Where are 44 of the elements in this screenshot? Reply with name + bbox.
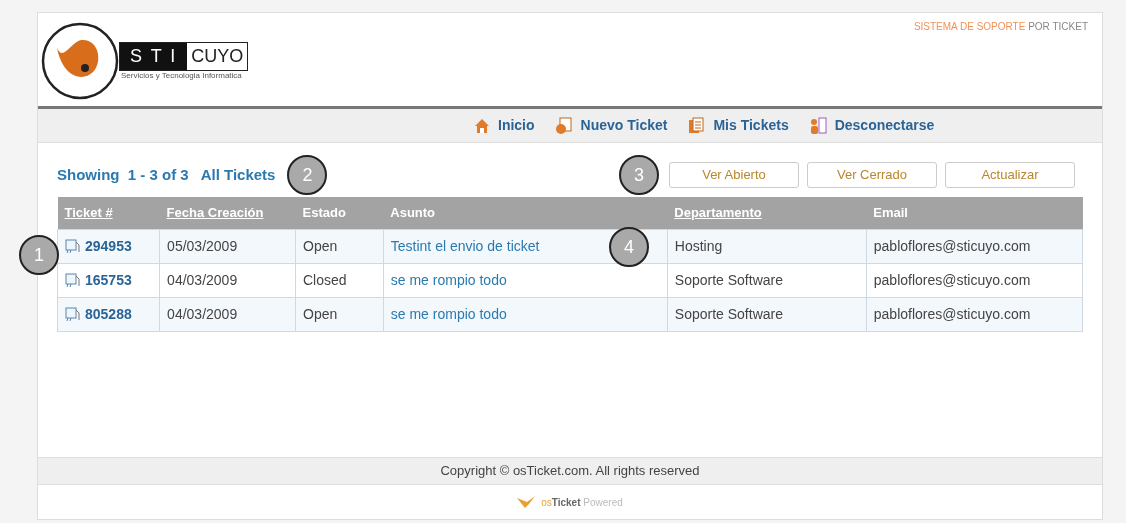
subject-link[interactable]: Testint el envio de ticket — [390, 237, 540, 254]
filter-button[interactable]: Ver Abierto — [669, 162, 799, 188]
nav-link[interactable]: Inicio — [474, 115, 535, 136]
department-cell: Soporte Software — [667, 263, 867, 297]
ticket-icon — [64, 238, 80, 254]
filter-button[interactable]: Ver Cerrado — [807, 162, 937, 188]
status-cell: Open — [295, 297, 384, 331]
email-cell: pabloflores@sticuyo.com — [866, 297, 1083, 331]
powered-by-text: osTicket Powered — [541, 495, 623, 510]
column-header: Asunto — [383, 197, 668, 229]
email-cell: pabloflores@sticuyo.com — [866, 229, 1083, 263]
callout-marker: 1 — [19, 235, 59, 275]
nav-link[interactable]: Nuevo Ticket — [554, 115, 668, 136]
email-cell: pabloflores@sticuyo.com — [866, 263, 1083, 297]
department-cell: Hosting — [667, 229, 867, 263]
nav-link[interactable]: Desconectarse — [808, 115, 935, 136]
callout-marker: 2 — [287, 155, 328, 195]
logo-tagline: Servicios y Tecnologia Informatica — [121, 71, 243, 80]
status-cell: Open — [295, 229, 384, 263]
column-header[interactable]: Ticket # — [57, 197, 160, 229]
documents-icon — [687, 116, 706, 135]
date-cell: 04/03/2009 — [159, 263, 296, 297]
column-header[interactable]: Fecha Creación — [159, 197, 296, 229]
ticket-icon — [64, 272, 80, 288]
logo-emblem-icon — [41, 22, 119, 100]
results-summary: Showing 1 - 3 of 3 All Tickets — [57, 164, 276, 185]
status-cell: Closed — [295, 263, 384, 297]
logo-letters: S T I — [120, 43, 188, 70]
ticket-icon — [64, 306, 80, 322]
column-header: Email — [866, 197, 1083, 229]
filter-button[interactable]: Actualizar — [945, 162, 1075, 188]
logo[interactable]: S T I CUYO Servicios y Tecnologia Informatica — [41, 22, 249, 100]
house-icon — [474, 117, 490, 134]
callout-marker: 3 — [619, 155, 659, 195]
department-cell: Soporte Software — [667, 297, 867, 331]
date-cell: 04/03/2009 — [159, 297, 296, 331]
nav-link[interactable]: Mis Tickets — [687, 115, 789, 136]
copyright-text: Copyright © osTicket.com. All rights reserved — [440, 462, 700, 481]
person-door-icon — [808, 116, 827, 135]
column-header: Estado — [295, 197, 384, 229]
document-icon — [554, 116, 573, 135]
date-cell: 05/03/2009 — [159, 229, 296, 263]
system-tagline: SISTEMA DE SOPORTE POR TICKET — [913, 20, 1088, 34]
column-header[interactable]: Departamento — [667, 197, 867, 229]
